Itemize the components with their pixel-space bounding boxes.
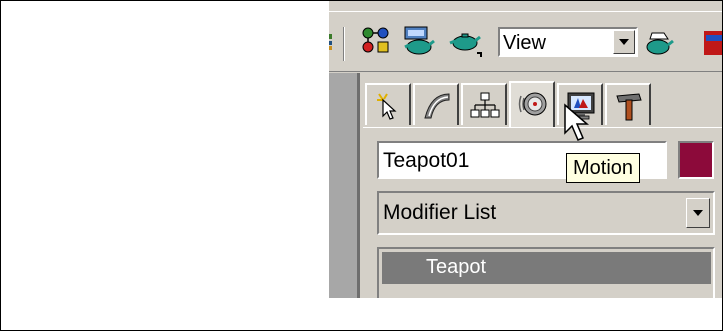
mouse-cursor-icon — [564, 103, 590, 141]
material-editor-icon[interactable] — [401, 25, 437, 61]
modifier-stack: Teapot — [377, 247, 715, 298]
viewport-edge — [329, 73, 360, 298]
tabrow-divider — [363, 127, 722, 128]
create-tab-icon — [377, 93, 397, 120]
schematic-view-icon[interactable] — [359, 25, 395, 61]
object-name-value: Teapot01 — [383, 149, 470, 172]
toolbar-divider — [329, 71, 722, 72]
command-panel: Teapot01 Modifier List Teapot Motion — [363, 73, 722, 298]
modifier-list-value: Modifier List — [383, 201, 497, 224]
command-panel-tabs — [363, 73, 722, 129]
modify-tab-icon — [424, 93, 450, 119]
tab-motion[interactable] — [509, 81, 555, 127]
tab-modify[interactable] — [413, 83, 459, 125]
hierarchy-tab-icon — [470, 92, 500, 118]
motion-tab-icon — [518, 92, 547, 116]
object-color-swatch[interactable] — [678, 141, 714, 179]
stack-item-teapot[interactable]: Teapot — [382, 252, 711, 284]
render-setup-icon[interactable] — [700, 27, 722, 61]
partial-icon — [329, 34, 332, 50]
utilities-tab-icon — [616, 93, 642, 121]
chevron-down-icon — [693, 210, 703, 216]
render-scene-icon[interactable] — [447, 25, 483, 61]
toolbar-highlight — [329, 11, 722, 12]
tab-hierarchy[interactable] — [461, 83, 507, 125]
screenshot-frame: View Teapot01 Modifier List Teapot Motio… — [0, 0, 723, 331]
reference-coordinate-dropdown[interactable]: View — [498, 27, 638, 57]
chevron-down-icon — [619, 39, 629, 45]
quick-render-icon[interactable] — [642, 27, 678, 61]
modifier-list-button[interactable] — [686, 198, 710, 228]
view-dropdown-button[interactable] — [613, 30, 635, 54]
max-ui-crop: View Teapot01 Modifier List Teapot Motio… — [329, 1, 722, 298]
tab-create[interactable] — [365, 83, 411, 125]
modifier-list-dropdown[interactable]: Modifier List — [377, 191, 715, 235]
tab-utilities[interactable] — [605, 83, 651, 125]
stack-item-label: Teapot — [426, 256, 487, 278]
toolbar-separator — [343, 27, 345, 61]
view-dropdown-value: View — [503, 32, 546, 54]
motion-tooltip: Motion — [566, 153, 640, 183]
